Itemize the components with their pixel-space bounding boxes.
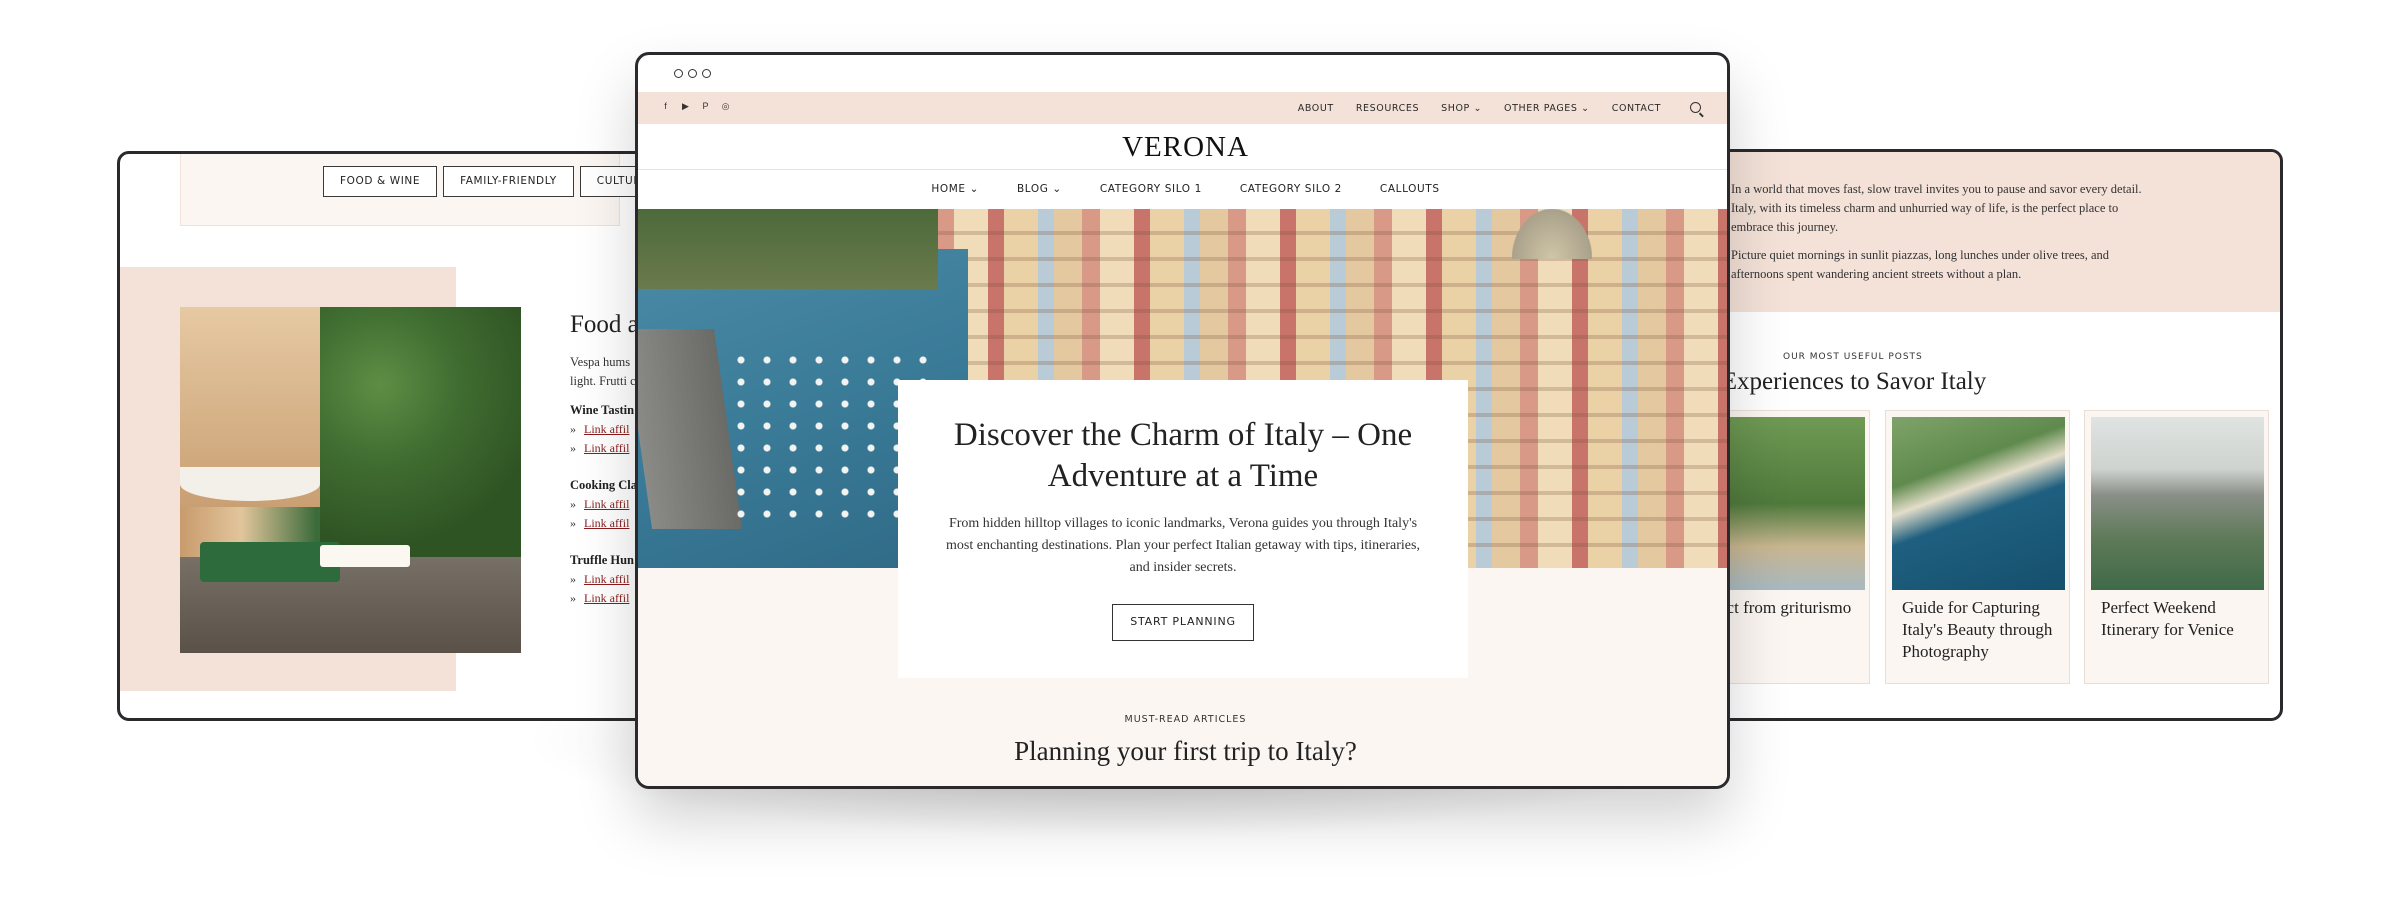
section-eyebrow: MUST-READ ARTICLES: [1124, 714, 1247, 725]
intro-paragraph: In a world that moves fast, slow travel …: [1731, 182, 2142, 234]
right-browser-window: In a world that moves fast, slow travel …: [1700, 149, 2283, 721]
card-title[interactable]: Perfect Weekend Itinerary for Venice: [2101, 597, 2261, 641]
cafe-photo: [180, 307, 521, 653]
start-planning-button[interactable]: START PLANNING: [1112, 604, 1254, 641]
post-card[interactable]: Perfect Weekend Itinerary for Venice: [2084, 410, 2269, 684]
bullet-icon: »: [570, 422, 576, 436]
link-label[interactable]: Link affil: [584, 422, 629, 436]
bullet-icon: »: [570, 497, 576, 511]
section-heading: d Experiences to Savor Italy: [1703, 368, 1987, 395]
card-image: [1892, 417, 2065, 590]
category-tags: FOOD & WINE FAMILY-FRIENDLY CULTURE: [323, 166, 666, 197]
nav-contact[interactable]: CONTACT: [1612, 103, 1661, 114]
tag-food-wine[interactable]: FOOD & WINE: [323, 166, 438, 197]
search-icon[interactable]: [1690, 102, 1701, 113]
utility-bar: f ▶ P ◎ ABOUT RESOURCES SHOP ⌄ OTHER PAG…: [638, 92, 1727, 124]
hero-card: Discover the Charm of Italy – One Advent…: [898, 380, 1468, 678]
nav-home[interactable]: HOME ⌄: [931, 183, 979, 195]
bullet-icon: »: [570, 516, 576, 530]
post-card[interactable]: Guide for Capturing Italy's Beauty throu…: [1885, 410, 2070, 684]
nav-callouts[interactable]: CALLOUTS: [1380, 183, 1440, 195]
nav-resources[interactable]: RESOURCES: [1356, 103, 1419, 114]
window-dot-icon[interactable]: [674, 69, 683, 78]
site-logo[interactable]: VERONA: [638, 131, 1727, 164]
pinterest-icon[interactable]: P: [700, 101, 711, 112]
nav-category-silo-2[interactable]: CATEGORY SILO 2: [1240, 183, 1342, 195]
nav-shop[interactable]: SHOP ⌄: [1441, 103, 1482, 114]
hero-text: From hidden hilltop villages to iconic l…: [946, 516, 1420, 575]
link-label[interactable]: Link affil: [584, 441, 629, 455]
header-divider: [638, 169, 1727, 170]
left-browser-window: FOOD & WINE FAMILY-FRIENDLY CULTURE Food…: [117, 151, 680, 721]
window-dot-icon[interactable]: [688, 69, 697, 78]
instagram-icon[interactable]: ◎: [720, 101, 731, 112]
card-image: [2091, 417, 2264, 590]
card-title[interactable]: Guide for Capturing Italy's Beauty throu…: [1902, 597, 2062, 663]
tag-family-friendly[interactable]: FAMILY-FRIENDLY: [443, 166, 574, 197]
nav-about[interactable]: ABOUT: [1298, 103, 1334, 114]
nav-category-silo-1[interactable]: CATEGORY SILO 1: [1100, 183, 1202, 195]
window-controls: [674, 69, 711, 78]
bullet-icon: »: [570, 441, 576, 455]
youtube-icon[interactable]: ▶: [680, 101, 691, 112]
link-label[interactable]: Link affil: [584, 516, 629, 530]
social-links: f ▶ P ◎: [660, 101, 731, 112]
link-label[interactable]: Link affil: [584, 591, 629, 605]
nav-other-pages[interactable]: OTHER PAGES ⌄: [1504, 103, 1590, 114]
bullet-icon: »: [570, 572, 576, 586]
hero-heading: Discover the Charm of Italy – One Advent…: [953, 417, 1413, 494]
link-label[interactable]: Link affil: [584, 572, 629, 586]
window-dot-icon[interactable]: [702, 69, 711, 78]
bullet-icon: »: [570, 591, 576, 605]
nav-blog[interactable]: BLOG ⌄: [1017, 183, 1062, 195]
section-eyebrow: OUR MOST USEFUL POSTS: [1783, 352, 1923, 362]
link-label[interactable]: Link affil: [584, 497, 629, 511]
intro-paragraph: Picture quiet mornings in sunlit piazzas…: [1731, 248, 2110, 281]
facebook-icon[interactable]: f: [660, 101, 671, 112]
main-browser-window: f ▶ P ◎ ABOUT RESOURCES SHOP ⌄ OTHER PAG…: [635, 52, 1730, 789]
main-nav: HOME ⌄ BLOG ⌄ CATEGORY SILO 1 CATEGORY S…: [638, 183, 1727, 195]
utility-nav: ABOUT RESOURCES SHOP ⌄ OTHER PAGES ⌄ CON…: [1298, 92, 1661, 124]
section-heading: Planning your first trip to Italy?: [1014, 736, 1357, 766]
